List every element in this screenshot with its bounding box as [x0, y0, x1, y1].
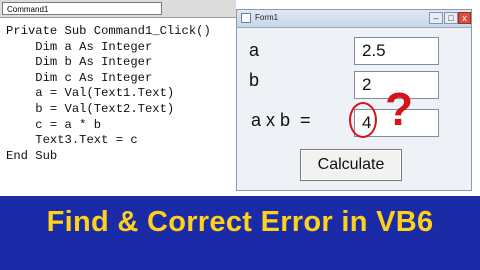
form-titlebar[interactable]: Form1 – □ x: [237, 10, 471, 28]
maximize-button[interactable]: □: [444, 12, 458, 24]
form-title: Form1: [255, 13, 279, 22]
label-a: a: [249, 40, 260, 60]
code-line: Dim c As Integer: [6, 70, 153, 85]
question-mark-icon: ?: [385, 83, 414, 135]
form-icon: [241, 13, 251, 23]
code-editor[interactable]: Command1 Private Sub Command1_Click() Di…: [0, 0, 236, 200]
editor-toolbar: Command1: [0, 0, 236, 18]
title-banner: Find & Correct Error in VB6: [0, 196, 480, 270]
code-line: b = Val(Text2.Text): [6, 101, 175, 116]
code-line: End Sub: [6, 148, 58, 163]
code-line: Dim b As Integer: [6, 55, 153, 70]
minimize-button[interactable]: –: [429, 12, 443, 24]
text1-input[interactable]: 2.5: [354, 37, 439, 65]
code-line: Dim a As Integer: [6, 39, 153, 54]
code-line: c = a * b: [6, 117, 102, 132]
code-line: a = Val(Text1.Text): [6, 86, 175, 101]
code-line: Text3.Text = c: [6, 133, 138, 148]
label-result: a x b =: [251, 110, 311, 130]
form-window[interactable]: Form1 – □ x a b a x b = 2.5 2 4 Calculat…: [236, 9, 472, 191]
code-line: Private Sub Command1_Click(): [6, 24, 211, 38]
object-combo[interactable]: Command1: [2, 2, 162, 15]
code-area[interactable]: Private Sub Command1_Click() Dim a As In…: [6, 24, 211, 164]
close-button[interactable]: x: [458, 12, 471, 24]
calculate-button[interactable]: Calculate: [300, 149, 402, 181]
banner-title: Find & Correct Error in VB6: [46, 206, 434, 238]
label-b: b: [249, 70, 260, 90]
error-highlight-circle: [349, 102, 377, 138]
